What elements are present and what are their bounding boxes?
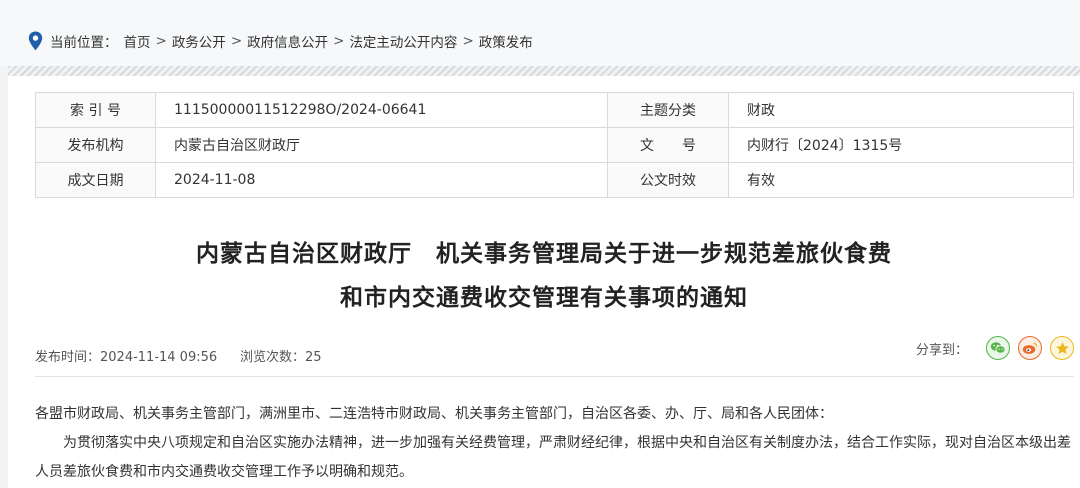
breadcrumb-separator: > bbox=[333, 33, 345, 49]
weibo-icon[interactable] bbox=[1018, 336, 1042, 360]
breadcrumb-separator: > bbox=[230, 33, 243, 49]
wechat-icon[interactable] bbox=[986, 336, 1010, 360]
validity-value: 有效 bbox=[728, 162, 1074, 198]
validity-label: 公文时效 bbox=[607, 162, 729, 198]
decorative-stripe bbox=[8, 66, 1080, 76]
star-icon[interactable] bbox=[1050, 336, 1074, 360]
document-meta-table: 索 引 号 11150000011512298O/2024-06641 主题分类… bbox=[35, 92, 1074, 198]
publisher-label: 发布机构 bbox=[35, 127, 156, 163]
docno-value: 内财行〔2024〕1315号 bbox=[728, 127, 1074, 163]
breadcrumb-gov-affairs[interactable]: 政务公开 bbox=[172, 31, 226, 51]
breadcrumb-policy-release[interactable]: 政策发布 bbox=[479, 31, 533, 51]
breadcrumb: 当前位置： 首页 > 政务公开 > 政府信息公开 > 法定主动公开内容 > 政策… bbox=[28, 30, 533, 52]
article-panel: 索 引 号 11150000011512298O/2024-06641 主题分类… bbox=[8, 76, 1080, 488]
body-paragraph: 为贯彻落实中央八项规定和自治区实施办法精神，进一步加强有关经费管理，严肃财经纪律… bbox=[35, 435, 1071, 480]
salutation-paragraph: 各盟市财政局、机关事务主管部门，满洲里市、二连浩特市财政局、机关事务主管部门，自… bbox=[35, 406, 833, 422]
breadcrumb-label: 当前位置： bbox=[50, 35, 118, 51]
article-info-bar: 发布时间：2024-11-14 09:56 浏览次数：25 分享到： bbox=[35, 336, 1074, 365]
publisher-value: 内蒙古自治区财政厅 bbox=[155, 127, 608, 163]
breadcrumb-separator: > bbox=[155, 33, 167, 49]
date-label: 成文日期 bbox=[35, 162, 156, 198]
divider bbox=[35, 376, 1074, 377]
article-title-line1: 内蒙古自治区财政厅 机关事务管理局关于进一步规范差旅伙食费 bbox=[196, 241, 892, 267]
meta-row: 成文日期 2024-11-08 公文时效 有效 bbox=[35, 162, 1074, 198]
location-pin-icon bbox=[28, 31, 43, 51]
index-label: 索 引 号 bbox=[35, 92, 156, 128]
share-bar: 分享到： bbox=[916, 336, 1074, 360]
view-count: 浏览次数：25 bbox=[240, 350, 322, 365]
top-bar: 当前位置： 首页 > 政务公开 > 政府信息公开 > 法定主动公开内容 > 政策… bbox=[0, 0, 1080, 66]
breadcrumb-home[interactable]: 首页 bbox=[124, 31, 151, 51]
index-value: 11150000011512298O/2024-06641 bbox=[155, 92, 608, 128]
breadcrumb-statutory-content[interactable]: 法定主动公开内容 bbox=[349, 31, 457, 51]
date-value: 2024-11-08 bbox=[155, 162, 608, 198]
meta-row: 索 引 号 11150000011512298O/2024-06641 主题分类… bbox=[35, 92, 1074, 128]
article-title-line2: 和市内交通费收交管理有关事项的通知 bbox=[340, 285, 748, 311]
meta-row: 发布机构 内蒙古自治区财政厅 文 号 内财行〔2024〕1315号 bbox=[35, 127, 1074, 163]
publish-time: 发布时间：2024-11-14 09:56 bbox=[35, 350, 218, 365]
share-label: 分享到： bbox=[915, 342, 968, 358]
topic-value: 财政 bbox=[728, 92, 1074, 128]
topic-label: 主题分类 bbox=[607, 92, 729, 128]
breadcrumb-gov-info[interactable]: 政府信息公开 bbox=[247, 31, 328, 51]
breadcrumb-separator: > bbox=[462, 33, 474, 49]
docno-label: 文 号 bbox=[607, 127, 729, 163]
article-body: 各盟市财政局、机关事务主管部门，满洲里市、二连浩特市财政局、机关事务主管部门，自… bbox=[35, 400, 1074, 487]
